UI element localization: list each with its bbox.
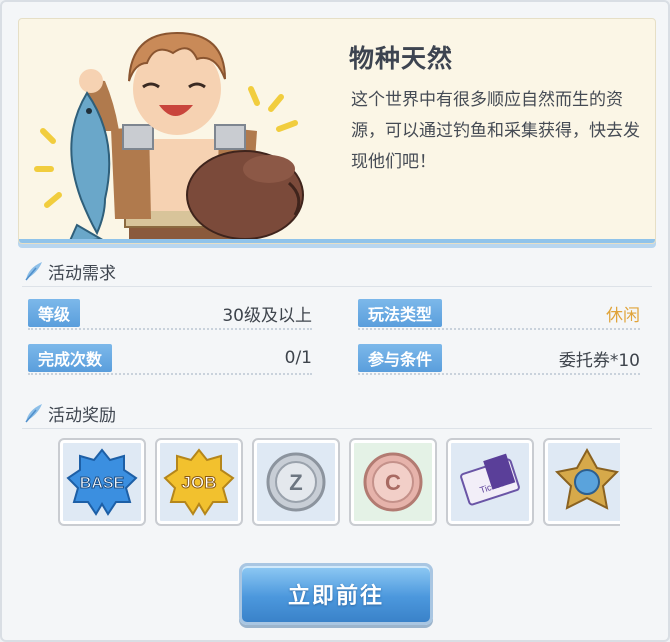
level-requirement: 等级 30级及以上	[28, 298, 312, 330]
type-requirement: 玩法类型 休闲	[358, 298, 640, 330]
copper-coin-icon: C	[363, 452, 423, 512]
event-panel: 物种天然 这个世界中有很多顺应自然而生的资源，可以通过钓鱼和采集获得，快去发现他…	[0, 0, 670, 642]
level-label: 等级	[28, 299, 81, 327]
completions-requirement: 完成次数 0/1	[28, 343, 312, 375]
reward-emblem[interactable]	[543, 438, 620, 526]
divider	[22, 286, 652, 287]
divider	[22, 428, 652, 429]
reward-base-exp[interactable]: BASE	[58, 438, 146, 526]
dotted-divider	[358, 328, 640, 330]
feather-icon	[25, 262, 42, 281]
emblem-icon	[554, 447, 620, 510]
requirements-header: 活动需求	[22, 258, 116, 284]
base-text: BASE	[80, 475, 125, 492]
dotted-divider	[28, 373, 312, 375]
reward-copper-coin[interactable]: C	[349, 438, 437, 526]
condition-value: 委托券*10	[558, 350, 640, 371]
dotted-divider	[358, 373, 640, 375]
reward-zeny[interactable]: Z	[252, 438, 340, 526]
level-value: 30级及以上	[222, 305, 312, 326]
ticket-icon: Ticket	[460, 453, 520, 506]
coin-text: C	[385, 470, 401, 495]
type-label: 玩法类型	[358, 299, 443, 327]
event-header-card: 物种天然 这个世界中有很多顺应自然而生的资源，可以通过钓鱼和采集获得，快去发现他…	[18, 18, 656, 244]
base-exp-icon: BASE	[66, 448, 138, 516]
event-title: 物种天然	[349, 44, 454, 73]
rewards-list: BASE JOB Z C Ticket	[58, 438, 620, 530]
rewards-header: 活动奖励	[22, 400, 116, 426]
zeny-text: Z	[289, 470, 302, 495]
reward-job-exp[interactable]: JOB	[155, 438, 243, 526]
hero-illustration	[34, 31, 304, 243]
condition-label: 参与条件	[358, 344, 443, 372]
requirements-label: 活动需求	[48, 263, 116, 284]
zeny-coin-icon: Z	[266, 452, 326, 512]
rewards-label: 活动奖励	[48, 405, 116, 426]
go-now-button[interactable]: 立即前往	[239, 563, 433, 625]
dotted-divider	[28, 328, 312, 330]
completions-value: 0/1	[284, 348, 312, 368]
type-value: 休闲	[606, 305, 640, 326]
reward-ticket[interactable]: Ticket	[446, 438, 534, 526]
event-description: 这个世界中有很多顺应自然而生的资源，可以通过钓鱼和采集获得，快去发现他们吧！	[351, 90, 640, 172]
job-exp-icon: JOB	[163, 448, 235, 516]
job-text: JOB	[182, 473, 217, 492]
feather-icon	[25, 404, 42, 423]
completions-label: 完成次数	[28, 344, 113, 372]
condition-requirement: 参与条件 委托券*10	[358, 343, 640, 375]
